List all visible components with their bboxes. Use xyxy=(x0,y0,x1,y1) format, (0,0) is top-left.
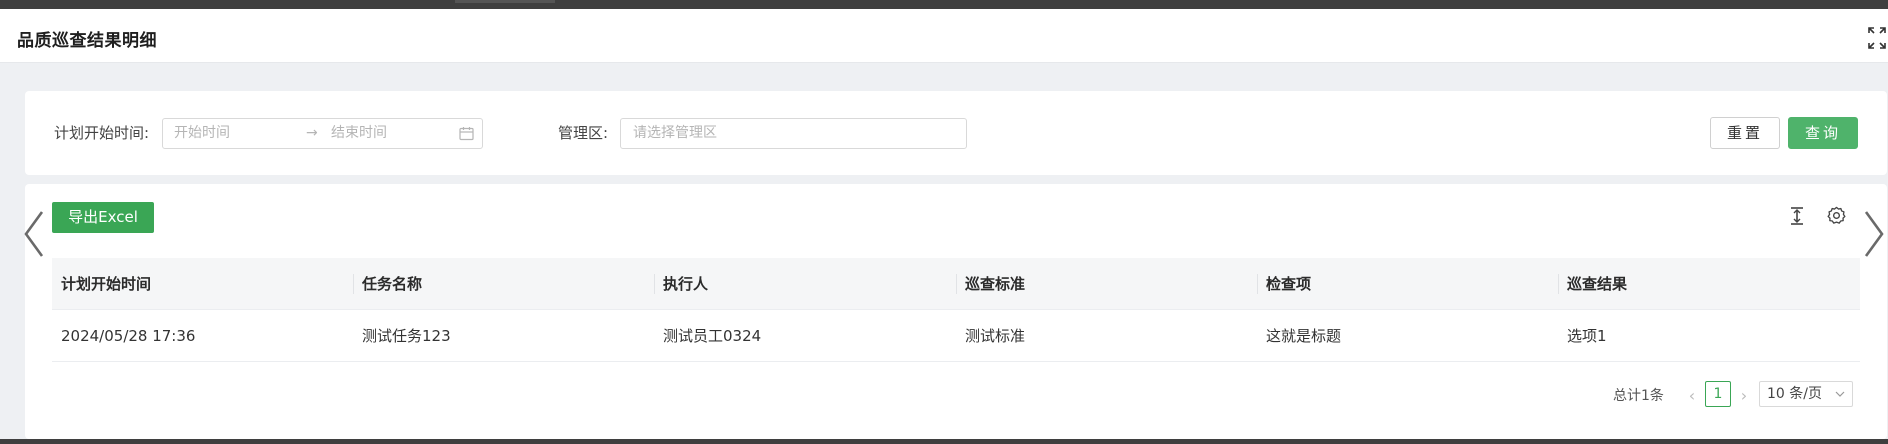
pagination-prev-button[interactable]: ‹ xyxy=(1684,384,1700,408)
background-ghost-element xyxy=(455,0,555,3)
table-panel: 导出Excel 计划开始时间 任务名称 执行人 巡查标准 检查项 巡查结果 20… xyxy=(25,184,1887,439)
area-select[interactable]: 请选择管理区 xyxy=(620,118,967,149)
pagination-total: 总计1条 xyxy=(1613,388,1664,404)
detail-modal: 品质巡查结果明细 计划开始时间: 开始时间 → 结束时间 管理区: 请选择管理区… xyxy=(0,9,1888,439)
modal-header: 品质巡查结果明细 xyxy=(0,9,1888,63)
reset-button[interactable]: 重置 xyxy=(1710,117,1780,149)
area-label: 管理区: xyxy=(558,124,609,142)
pagination-page-1[interactable]: 1 xyxy=(1705,381,1731,407)
page-size-value: 10 条/页 xyxy=(1767,386,1822,402)
table-cell: 测试员工0324 xyxy=(663,327,762,345)
table-row[interactable]: 2024/05/28 17:36 测试任务123 测试员工0324 测试标准 这… xyxy=(52,310,1860,362)
table-cell: 测试任务123 xyxy=(362,327,451,345)
column-header: 任务名称 xyxy=(362,275,423,293)
column-height-icon[interactable] xyxy=(1788,206,1806,226)
query-button[interactable]: 查询 xyxy=(1788,117,1858,149)
start-time-input[interactable]: 开始时间 xyxy=(174,119,230,148)
export-excel-button[interactable]: 导出Excel xyxy=(52,202,154,233)
area-select-placeholder: 请选择管理区 xyxy=(633,125,717,141)
chevron-right-icon[interactable] xyxy=(1862,209,1886,259)
table-cell: 测试标准 xyxy=(965,327,1026,345)
table-header: 计划开始时间 任务名称 执行人 巡查标准 检查项 巡查结果 xyxy=(52,258,1860,310)
column-header: 巡查结果 xyxy=(1567,275,1628,293)
column-header: 执行人 xyxy=(663,275,709,293)
column-header: 巡查标准 xyxy=(965,275,1026,293)
plan-start-label: 计划开始时间: xyxy=(54,124,150,142)
date-range-picker[interactable]: 开始时间 → 结束时间 xyxy=(162,118,483,149)
page-size-select[interactable]: 10 条/页 xyxy=(1759,381,1853,407)
pagination-next-button[interactable]: › xyxy=(1736,384,1752,408)
table-cell: 这就是标题 xyxy=(1266,327,1342,345)
chevron-left-icon[interactable] xyxy=(22,209,46,259)
column-header: 检查项 xyxy=(1266,275,1312,293)
chevron-down-icon xyxy=(1835,391,1845,397)
bottom-background-strip xyxy=(0,439,1888,444)
table-cell: 选项1 xyxy=(1567,327,1607,345)
fullscreen-icon[interactable] xyxy=(1868,27,1886,49)
table-cell: 2024/05/28 17:36 xyxy=(61,327,196,345)
end-time-input[interactable]: 结束时间 xyxy=(331,119,387,148)
column-header: 计划开始时间 xyxy=(61,275,152,293)
filter-panel: 计划开始时间: 开始时间 → 结束时间 管理区: 请选择管理区 重置 查询 xyxy=(25,91,1887,175)
settings-icon[interactable] xyxy=(1827,206,1846,225)
calendar-icon xyxy=(459,127,474,141)
range-separator: → xyxy=(306,125,318,141)
modal-title: 品质巡查结果明细 xyxy=(17,31,157,51)
